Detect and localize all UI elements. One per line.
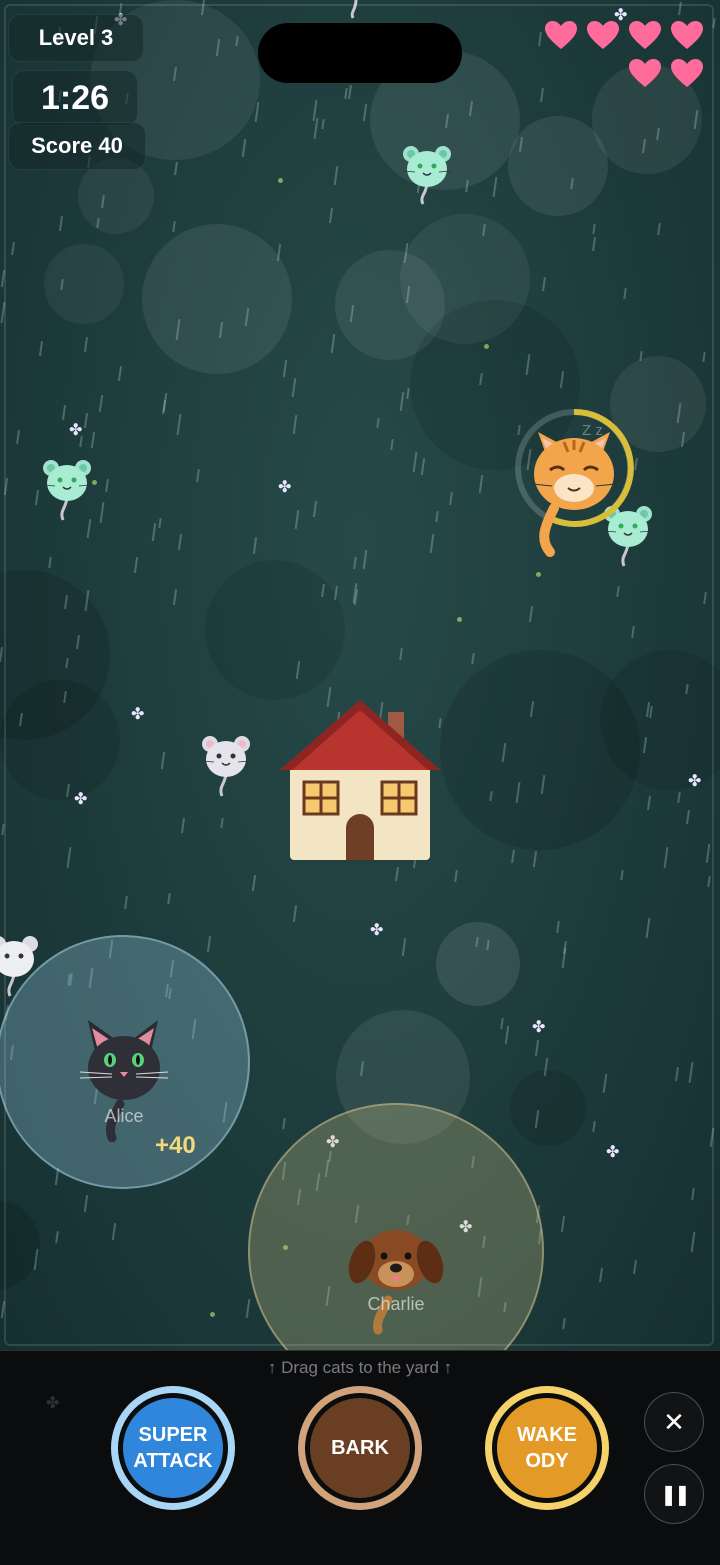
camera-notch xyxy=(258,23,462,83)
game-field[interactable]: ✤ ✤ ✤ ✤ ✤ ✤ ✤ ✤ ✤ ✤ ✤ ✤ xyxy=(0,0,720,1350)
level-indicator: Level 3 xyxy=(8,14,144,62)
heart-icon xyxy=(671,21,703,49)
super-attack-label: SUPER ATTACK xyxy=(118,1393,228,1503)
drag-hint-text: ↑ Drag cats to the yard ↑ xyxy=(267,1358,453,1377)
wake-button[interactable]: WAKE ODY xyxy=(485,1386,609,1510)
pause-button[interactable]: ❚❚ xyxy=(644,1464,704,1524)
pause-icon: ❚❚ xyxy=(660,1483,690,1506)
clover-icon: ✤ xyxy=(46,1395,60,1412)
score-display: Score 40 xyxy=(8,122,146,170)
wake-label: WAKE ODY xyxy=(492,1393,602,1503)
close-icon: ✕ xyxy=(663,1406,685,1437)
heart-icon xyxy=(629,21,661,49)
timer-display: 1:26 xyxy=(12,70,138,126)
super-attack-button[interactable]: SUPER ATTACK xyxy=(111,1386,235,1510)
bark-label: BARK xyxy=(305,1393,415,1503)
heart-icon xyxy=(545,21,577,49)
yard-border xyxy=(4,4,714,1346)
heart-icon xyxy=(629,59,661,87)
heart-icon xyxy=(671,59,703,87)
close-button[interactable]: ✕ xyxy=(644,1392,704,1452)
bark-button[interactable]: BARK xyxy=(298,1386,422,1510)
heart-icon xyxy=(587,21,619,49)
